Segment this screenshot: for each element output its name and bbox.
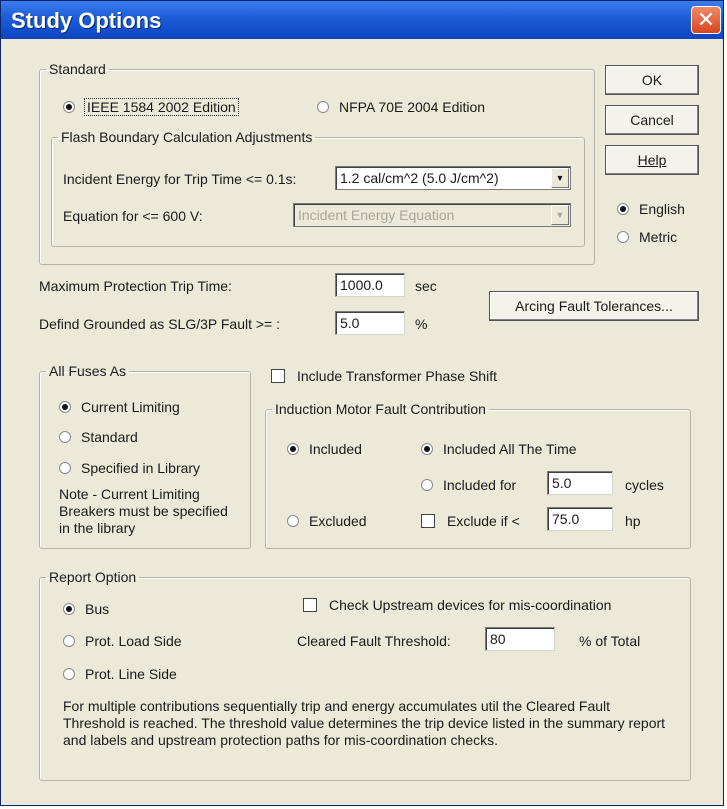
equation-label: Equation for <= 600 V: <box>63 208 203 224</box>
ok-button[interactable]: OK <box>605 65 699 95</box>
help-button[interactable]: Help <box>605 145 699 175</box>
radio-ieee-1584[interactable]: IEEE 1584 2002 Edition <box>63 98 239 116</box>
trip-time-unit: sec <box>415 278 437 294</box>
arcing-fault-tolerances-button[interactable]: Arcing Fault Tolerances... <box>489 291 699 321</box>
english-label: English <box>639 201 685 217</box>
fuses-legend: All Fuses As <box>49 363 127 379</box>
standard-legend: Standard <box>49 61 106 77</box>
radio-indicator <box>63 101 75 113</box>
grounded-input[interactable]: 5.0 <box>335 311 405 335</box>
trip-time-label: Maximum Protection Trip Time: <box>39 278 232 294</box>
radio-indicator <box>59 431 71 443</box>
radio-indicator <box>63 603 75 615</box>
radio-indicator <box>63 635 75 647</box>
radio-current-limiting[interactable]: Current Limiting <box>59 399 180 415</box>
fuses-note: Note - Current Limiting Breakers must be… <box>59 486 228 536</box>
prot-line-side-label: Prot. Line Side <box>85 666 177 682</box>
radio-indicator <box>421 479 433 491</box>
incident-energy-select[interactable]: 1.2 cal/cm^2 (5.0 J/cm^2) ▼ <box>335 166 571 190</box>
radio-specified-library[interactable]: Specified in Library <box>59 460 200 476</box>
standard-fuse-label: Standard <box>81 429 138 445</box>
excluded-label: Excluded <box>309 513 367 529</box>
induction-motor-legend: Induction Motor Fault Contribution <box>275 401 486 417</box>
threshold-label: Cleared Fault Threshold: <box>297 633 451 649</box>
radio-english[interactable]: English <box>617 201 685 217</box>
exclude-if-input[interactable]: 75.0 <box>547 507 613 531</box>
specified-library-label: Specified in Library <box>81 460 201 476</box>
radio-indicator <box>59 462 71 474</box>
radio-indicator <box>617 231 629 243</box>
study-options-dialog: Study Options ✕ Standard IEEE 1584 2002 … <box>0 0 724 806</box>
included-all-time-label: Included All The Time <box>443 441 577 457</box>
prot-load-side-label: Prot. Load Side <box>85 633 182 649</box>
ieee-label: IEEE 1584 2002 Edition <box>84 98 239 116</box>
metric-label: Metric <box>639 229 678 245</box>
radio-indicator <box>317 101 329 113</box>
check-upstream-label: Check Upstream devices for mis-coordinat… <box>329 597 612 613</box>
radio-bus[interactable]: Bus <box>63 601 109 617</box>
checkbox-indicator <box>303 598 317 612</box>
current-limiting-label: Current Limiting <box>81 399 180 415</box>
equation-select[interactable]: Incident Energy Equation ▼ <box>293 203 571 227</box>
radio-included[interactable]: Included <box>287 441 362 457</box>
chevron-down-icon[interactable]: ▼ <box>551 168 569 188</box>
checkbox-indicator <box>271 369 285 383</box>
chevron-down-icon[interactable]: ▼ <box>551 205 569 225</box>
radio-prot-load-side[interactable]: Prot. Load Side <box>63 633 182 649</box>
report-option-legend: Report Option <box>49 569 137 585</box>
radio-indicator <box>421 443 433 455</box>
radio-prot-line-side[interactable]: Prot. Line Side <box>63 666 177 682</box>
hp-unit: hp <box>625 513 641 529</box>
radio-indicator <box>287 443 299 455</box>
cancel-button[interactable]: Cancel <box>605 105 699 135</box>
exclude-if-label: Exclude if < <box>447 513 520 529</box>
transformer-phase-shift-checkbox[interactable]: Include Transformer Phase Shift <box>271 368 497 384</box>
flash-boundary-legend: Flash Boundary Calculation Adjustments <box>61 129 313 145</box>
radio-excluded[interactable]: Excluded <box>287 513 367 529</box>
title-bar: Study Options ✕ <box>1 1 723 39</box>
report-note: For multiple contributions sequentially … <box>63 698 666 748</box>
radio-indicator <box>287 515 299 527</box>
bus-label: Bus <box>85 601 110 617</box>
included-label: Included <box>309 441 362 457</box>
dialog-title: Study Options <box>11 8 162 33</box>
transformer-phase-shift-label: Include Transformer Phase Shift <box>297 368 497 384</box>
radio-nfpa-70e[interactable]: NFPA 70E 2004 Edition <box>317 99 485 115</box>
close-icon: ✕ <box>696 7 716 32</box>
radio-indicator <box>59 401 71 413</box>
close-button[interactable]: ✕ <box>691 6 721 34</box>
trip-time-input[interactable]: 1000.0 <box>335 273 405 297</box>
grounded-label: Defind Grounded as SLG/3P Fault >= : <box>39 316 281 332</box>
incident-energy-label: Incident Energy for Trip Time <= 0.1s: <box>63 171 297 187</box>
cycles-unit: cycles <box>625 477 664 493</box>
radio-metric[interactable]: Metric <box>617 229 677 245</box>
check-upstream-checkbox[interactable]: Check Upstream devices for mis-coordinat… <box>303 597 611 613</box>
radio-included-all-time[interactable]: Included All The Time <box>421 441 577 457</box>
incident-energy-value: 1.2 cal/cm^2 (5.0 J/cm^2) <box>340 170 499 186</box>
checkbox-indicator <box>421 514 435 528</box>
radio-included-for[interactable]: Included for <box>421 477 516 493</box>
radio-indicator <box>63 668 75 680</box>
radio-indicator <box>617 203 629 215</box>
threshold-input[interactable]: 80 <box>485 627 555 651</box>
exclude-if-checkbox[interactable]: Exclude if < <box>421 513 520 529</box>
included-for-input[interactable]: 5.0 <box>547 471 613 495</box>
included-for-label: Included for <box>443 477 517 493</box>
radio-standard-fuse[interactable]: Standard <box>59 429 138 445</box>
nfpa-label: NFPA 70E 2004 Edition <box>339 99 486 115</box>
equation-value: Incident Energy Equation <box>298 207 455 223</box>
threshold-unit: % of Total <box>579 633 641 649</box>
grounded-unit: % <box>415 316 428 332</box>
